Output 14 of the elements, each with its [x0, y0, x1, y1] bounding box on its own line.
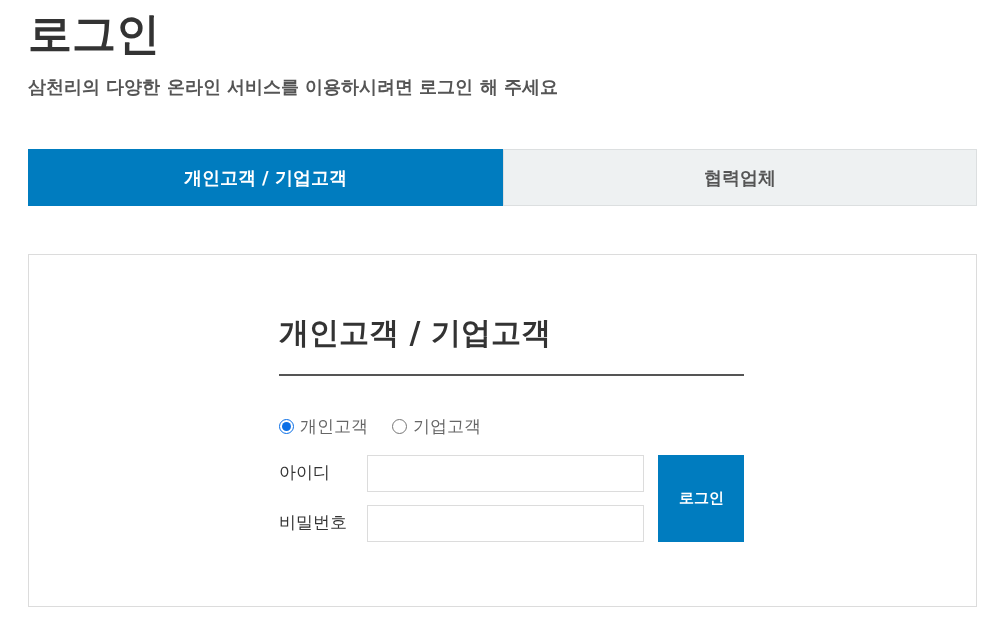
field-label: 비밀번호	[279, 511, 348, 535]
radio-button[interactable]	[279, 419, 294, 435]
radio-button[interactable]	[392, 419, 407, 435]
form-heading: 개인고객 / 기업고객	[279, 313, 744, 377]
page-title: 로그인	[28, 8, 161, 61]
input-field[interactable]	[367, 454, 644, 492]
input-field[interactable]	[367, 504, 644, 542]
tab[interactable]: 협력업체	[502, 149, 977, 207]
radio-label[interactable]: 기업고객	[413, 414, 481, 440]
tab[interactable]: 개인고객 / 기업고객	[28, 149, 503, 207]
page-subtitle: 삼천리의 다양한 온라인 서비스를 이용하시려면 로그인 해 주세요	[28, 74, 559, 99]
field-label: 아이디	[279, 461, 331, 485]
radio-label[interactable]: 개인고객	[300, 414, 368, 440]
login-button[interactable]: 로그인	[658, 454, 744, 542]
